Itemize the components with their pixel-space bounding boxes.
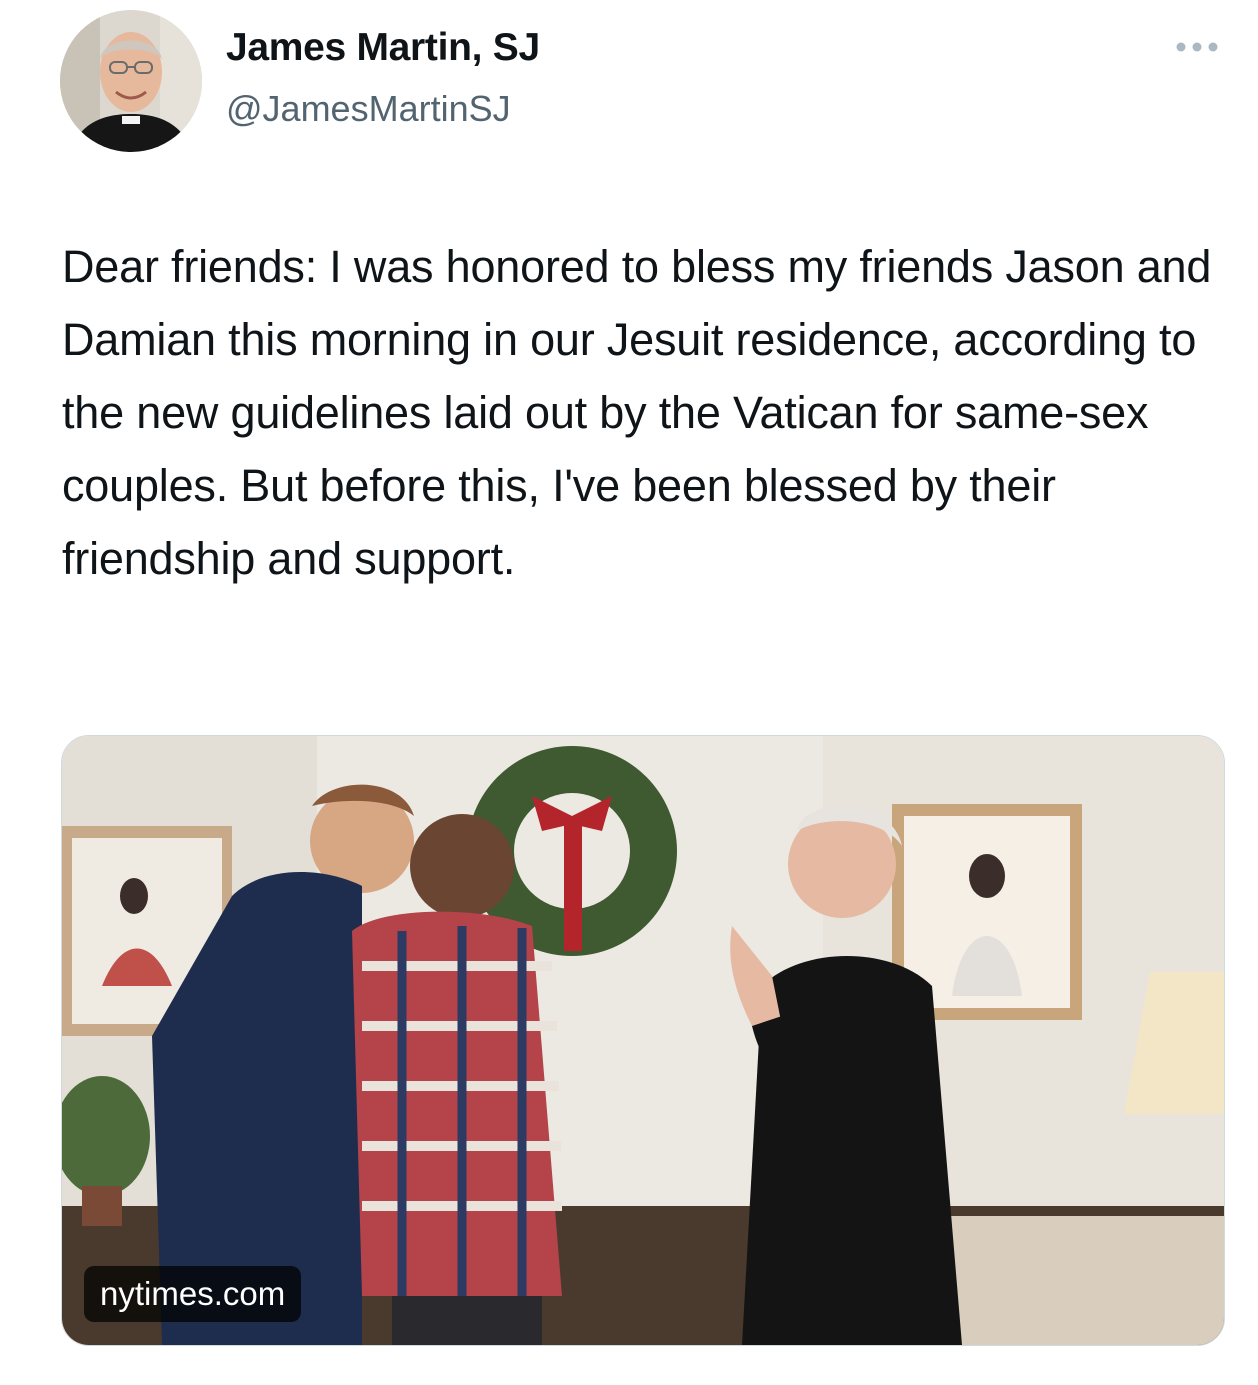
avatar[interactable] [60,10,202,152]
link-card-image[interactable] [61,735,1225,1346]
source-domain-badge: nytimes.com [84,1266,302,1322]
more-horizontal-icon[interactable] [1172,34,1222,60]
blessing-photo [62,736,1224,1345]
avatar-photo [60,10,202,152]
author-handle[interactable]: @JamesMartinSJ [226,86,511,132]
author-display-name[interactable]: James Martin, SJ [226,24,540,72]
tweet-text: Dear friends: I was honored to bless my … [62,241,1212,584]
